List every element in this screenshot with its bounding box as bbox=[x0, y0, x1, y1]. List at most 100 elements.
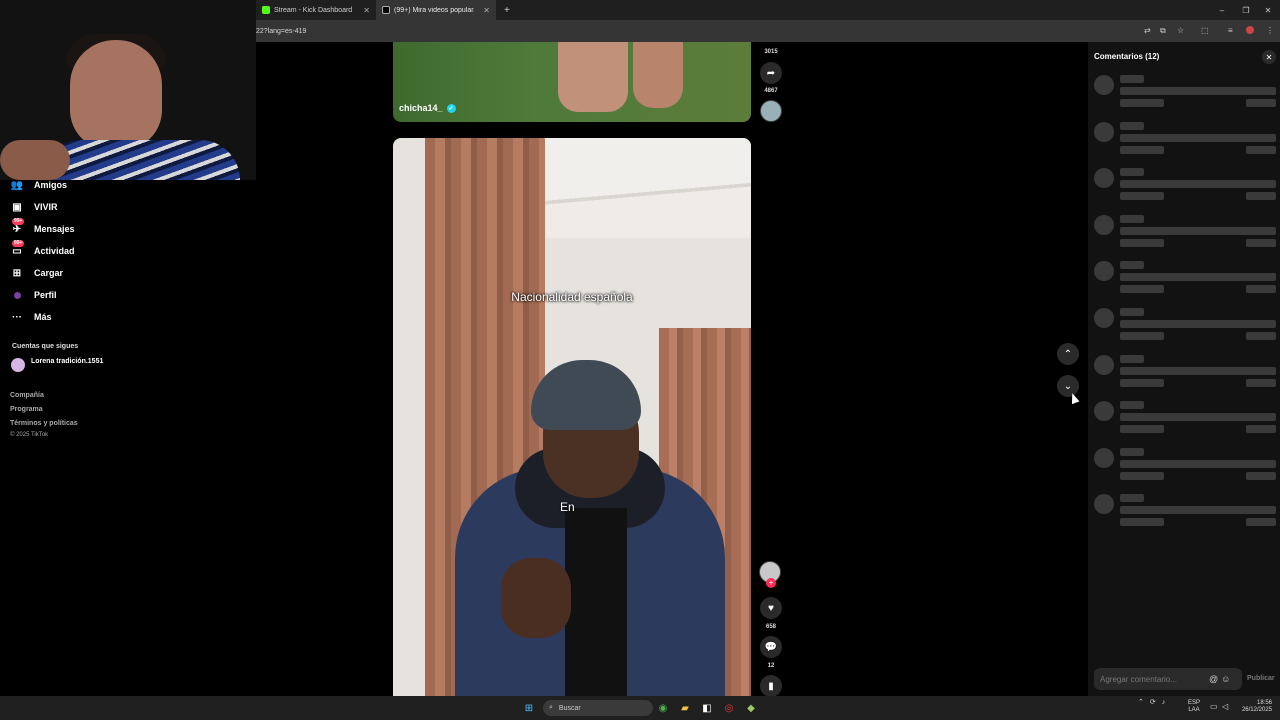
window-close-button[interactable]: ✕ bbox=[1256, 0, 1280, 20]
sidebar-item-mensajes[interactable]: ✈ 99+ Mensajes bbox=[10, 218, 75, 236]
text-placeholder bbox=[1120, 494, 1144, 503]
like-button[interactable]: ♥ bbox=[760, 597, 782, 619]
close-icon[interactable]: ✕ bbox=[483, 6, 490, 15]
publish-button[interactable]: Publicar bbox=[1247, 675, 1275, 682]
taskbar-search[interactable]: ⌕ Buscar bbox=[543, 700, 653, 716]
avatar[interactable] bbox=[11, 358, 25, 372]
bookmark-star-icon[interactable]: ☆ bbox=[1177, 26, 1184, 35]
search-icon: ⌕ bbox=[549, 704, 553, 711]
comment-button[interactable]: 💬 bbox=[760, 636, 782, 658]
avatar-placeholder bbox=[1094, 354, 1114, 375]
language-layout: LAA bbox=[1188, 707, 1200, 713]
maximize-button[interactable]: ❐ bbox=[1234, 0, 1258, 20]
bookmark-icon: ▮ bbox=[768, 680, 774, 692]
browser-tab-strip: Stream - Kick Dashboard ✕ (99+) Mira vid… bbox=[256, 0, 1280, 20]
sidebar-item-label: Amigos bbox=[34, 180, 68, 190]
sidebar-item-actividad[interactable]: ▭ 99+ Actividad bbox=[10, 240, 75, 258]
sidebar-item-vivir[interactable]: ▣ VIVIR bbox=[10, 200, 57, 214]
following-account-name[interactable]: Lorena tradición.1551 bbox=[31, 357, 111, 366]
text-placeholder bbox=[1120, 226, 1276, 235]
comment-skeleton-row bbox=[1094, 494, 1278, 534]
address-bar[interactable]: 22?lang=es-419 bbox=[256, 20, 1280, 42]
sidebar-item-label: Actividad bbox=[34, 246, 75, 256]
emoji-icon[interactable]: ☺ bbox=[1221, 674, 1230, 684]
text-placeholder bbox=[1120, 447, 1144, 456]
friends-icon: 👥 bbox=[10, 179, 24, 191]
avatar-placeholder bbox=[1094, 214, 1114, 235]
text-placeholder bbox=[1120, 121, 1144, 130]
text-placeholder bbox=[1120, 214, 1144, 223]
file-explorer-icon[interactable]: ▰ bbox=[677, 700, 693, 716]
monitor-icon[interactable]: ▭ bbox=[1210, 702, 1218, 711]
close-icon[interactable]: ✕ bbox=[363, 6, 370, 15]
comment-skeleton-row bbox=[1094, 308, 1278, 348]
bookmark-button[interactable]: ▮ bbox=[760, 675, 782, 697]
profile-avatar[interactable] bbox=[1246, 26, 1254, 34]
close-icon: ✕ bbox=[1265, 52, 1273, 62]
comment-input-box[interactable]: @ ☺ bbox=[1094, 668, 1242, 690]
profile-icon bbox=[10, 288, 24, 302]
app-icon[interactable]: ◧ bbox=[699, 700, 715, 716]
upload-icon: ⊞ bbox=[12, 267, 22, 279]
speaker-icon[interactable]: ◁ bbox=[1222, 702, 1228, 711]
extensions-icon[interactable]: ⬚ bbox=[1201, 26, 1209, 35]
sidebar-item-cargar[interactable]: ⊞ Cargar bbox=[10, 266, 63, 280]
media-icon[interactable]: ≡ bbox=[1228, 26, 1233, 35]
mention-icon[interactable]: @ bbox=[1209, 674, 1218, 684]
text-placeholder bbox=[1246, 471, 1276, 480]
footer-link-company[interactable]: Compañía bbox=[10, 392, 44, 399]
sidebar-item-label: Más bbox=[34, 312, 52, 322]
minimize-button[interactable]: – bbox=[1210, 0, 1234, 20]
tab-tiktok[interactable]: (99+) Mira videos popular... ✕ bbox=[376, 0, 496, 20]
comment-icon: 💬 bbox=[764, 641, 778, 653]
sidebar-item-mas[interactable]: ··· Más bbox=[10, 310, 52, 324]
sidebar-item-amigos[interactable]: 👥 Amigos bbox=[10, 178, 67, 192]
text-placeholder bbox=[1120, 261, 1144, 270]
install-icon[interactable]: ⧉ bbox=[1160, 26, 1166, 36]
app-icon[interactable]: ◎ bbox=[721, 700, 737, 716]
video-person-hand bbox=[501, 558, 571, 638]
text-placeholder bbox=[1120, 273, 1276, 282]
text-placeholder bbox=[1120, 425, 1164, 434]
tab-kick-dashboard[interactable]: Stream - Kick Dashboard ✕ bbox=[256, 0, 376, 20]
clock-date: 26/12/2025 bbox=[1241, 707, 1272, 713]
comment-skeleton-row bbox=[1094, 168, 1278, 208]
share-button[interactable]: ➦ bbox=[760, 62, 782, 84]
more-icon: ··· bbox=[12, 311, 22, 323]
avatar-placeholder bbox=[1094, 494, 1114, 515]
footer-link-program[interactable]: Programa bbox=[10, 406, 43, 413]
microphone-icon[interactable]: ♪ bbox=[1162, 699, 1166, 706]
person-hand bbox=[0, 140, 70, 180]
sync-icon[interactable]: ⟳ bbox=[1150, 698, 1156, 706]
sidebar-item-perfil[interactable]: Perfil bbox=[10, 288, 57, 302]
video-player[interactable] bbox=[393, 138, 751, 696]
avatar-placeholder bbox=[1094, 121, 1114, 142]
app-icon[interactable]: ◆ bbox=[743, 700, 759, 716]
text-placeholder bbox=[1120, 320, 1276, 328]
system-tray[interactable]: ⌃ ⟳ ♪ bbox=[1138, 698, 1166, 707]
text-placeholder bbox=[1120, 75, 1144, 83]
text-placeholder bbox=[1120, 518, 1164, 527]
sidebar-item-label: Mensajes bbox=[34, 224, 75, 234]
text-placeholder bbox=[1246, 145, 1276, 154]
taskbar-clock[interactable]: 18:56 26/12/2025 bbox=[1236, 700, 1272, 714]
chevron-up-icon[interactable]: ⌃ bbox=[1138, 698, 1144, 706]
language-indicator[interactable]: ESP LAA bbox=[1188, 700, 1200, 714]
chrome-icon[interactable]: ◉ bbox=[655, 700, 671, 716]
video-author[interactable]: chicha14_ ✓ bbox=[399, 103, 456, 113]
menu-icon[interactable]: ⋮ bbox=[1266, 26, 1274, 35]
url-text[interactable]: 22?lang=es-419 bbox=[256, 28, 306, 35]
previous-video-button[interactable]: ⌃ bbox=[1057, 343, 1079, 365]
footer-link-terms[interactable]: Términos y políticas bbox=[10, 420, 78, 427]
follow-plus-icon[interactable]: + bbox=[766, 578, 776, 588]
sound-avatar[interactable] bbox=[760, 100, 782, 122]
new-tab-button[interactable]: + bbox=[496, 5, 518, 16]
text-placeholder bbox=[1120, 401, 1144, 410]
windows-start-icon[interactable]: ⊞ bbox=[521, 700, 537, 716]
comments-title: Comentarios (12) bbox=[1094, 52, 1160, 61]
text-placeholder bbox=[1120, 413, 1276, 422]
translate-icon[interactable]: ⇄ bbox=[1144, 26, 1151, 35]
close-comments-button[interactable]: ✕ bbox=[1262, 50, 1276, 64]
comment-input[interactable] bbox=[1100, 674, 1206, 684]
text-placeholder bbox=[1120, 308, 1144, 316]
